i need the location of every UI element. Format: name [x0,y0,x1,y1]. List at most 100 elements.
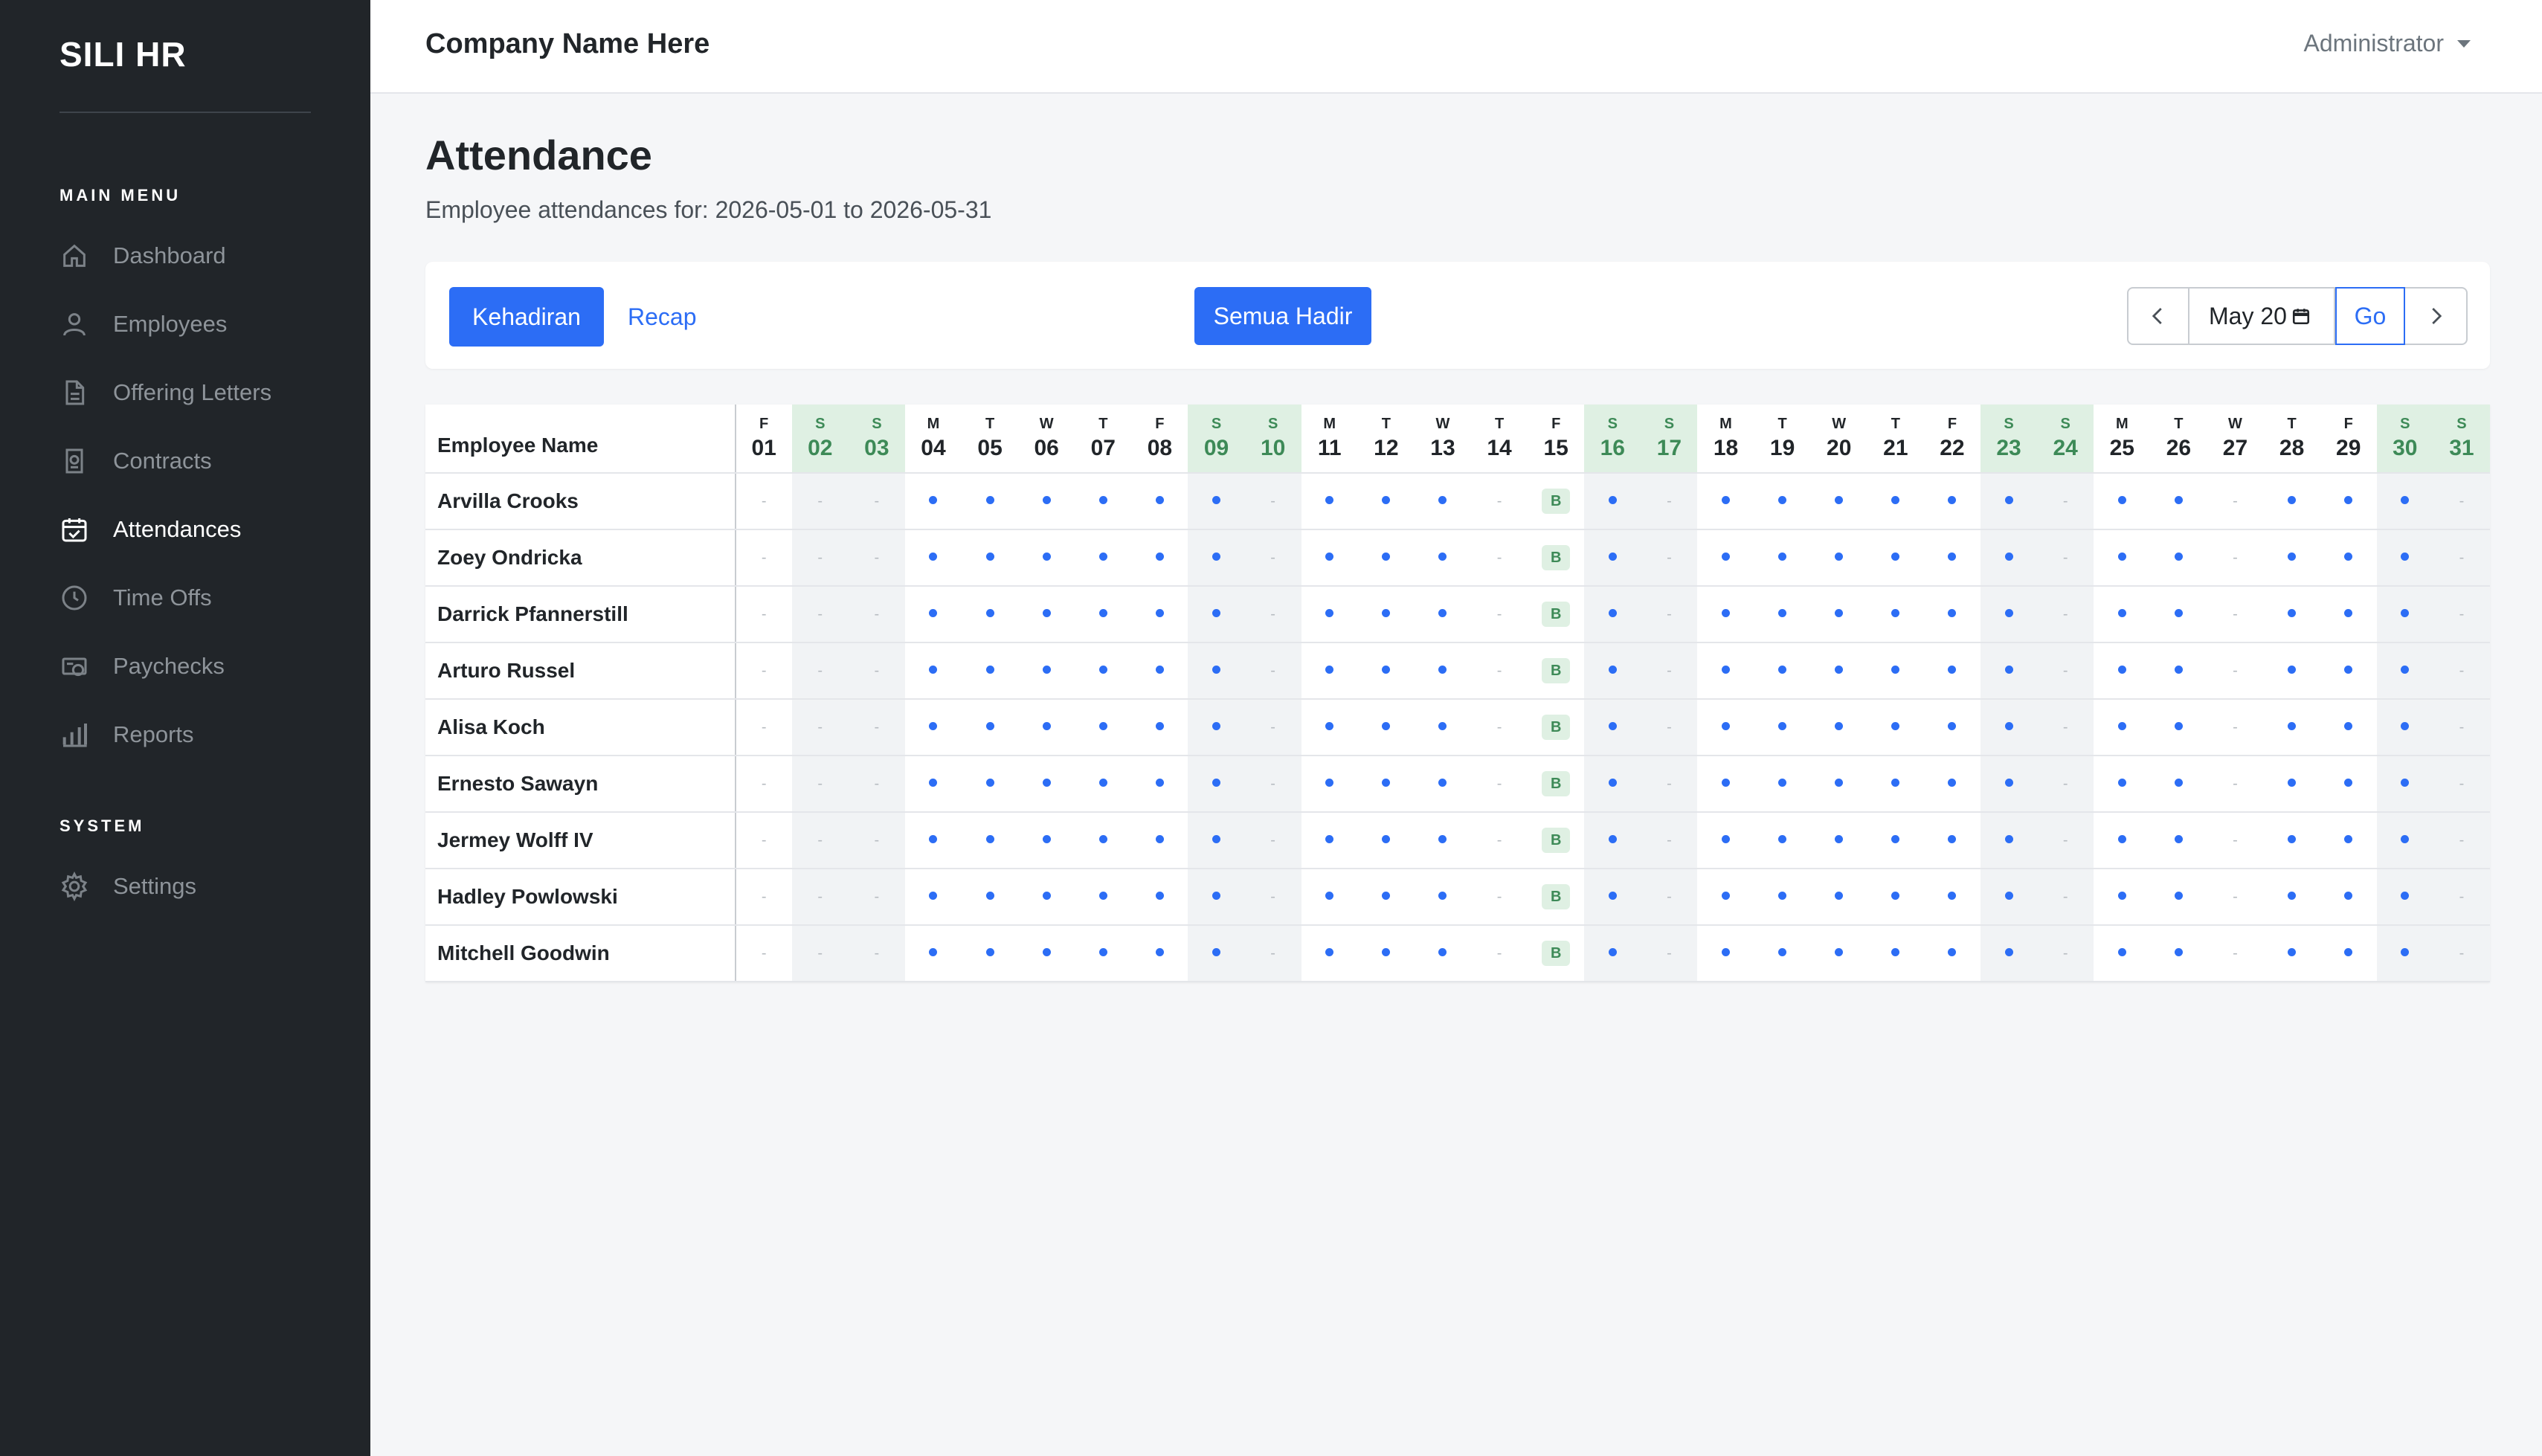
attendance-cell[interactable]: B [1528,699,1585,756]
attendance-cell[interactable] [2094,699,2151,756]
attendance-cell[interactable] [2263,529,2320,587]
attendance-cell[interactable] [1810,642,1867,700]
attendance-cell[interactable]: - [1641,473,1698,530]
attendance-cell[interactable]: - [2037,699,2094,756]
attendance-cell[interactable] [962,869,1019,926]
attendance-cell[interactable] [2376,642,2433,700]
attendance-cell[interactable] [1357,925,1415,982]
attendance-cell[interactable]: - [2433,869,2490,926]
attendance-cell[interactable] [1414,925,1472,982]
attendance-cell[interactable] [1923,699,1980,756]
attendance-cell[interactable] [1980,699,2038,756]
attendance-cell[interactable] [2263,756,2320,813]
attendance-cell[interactable]: - [1244,699,1301,756]
attendance-cell[interactable]: - [2207,586,2264,643]
attendance-cell[interactable] [1357,869,1415,926]
attendance-cell[interactable] [2376,925,2433,982]
attendance-cell[interactable] [904,869,962,926]
attendance-cell[interactable]: - [1641,529,1698,587]
attendance-cell[interactable]: - [1471,925,1528,982]
attendance-cell[interactable] [1357,642,1415,700]
attendance-cell[interactable]: - [2037,869,2094,926]
attendance-cell[interactable] [1357,756,1415,813]
attendance-cell[interactable]: - [848,869,905,926]
go-button[interactable]: Go [2335,287,2405,345]
attendance-cell[interactable] [1075,925,1132,982]
attendance-cell[interactable] [2094,756,2151,813]
attendance-cell[interactable] [1584,756,1641,813]
attendance-cell[interactable] [904,529,962,587]
attendance-cell[interactable] [2150,812,2207,869]
attendance-cell[interactable]: - [2207,473,2264,530]
attendance-cell[interactable] [1188,642,1245,700]
attendance-cell[interactable]: - [848,473,905,530]
attendance-cell[interactable] [1923,529,1980,587]
attendance-cell[interactable] [1018,529,1075,587]
attendance-cell[interactable] [1923,473,1980,530]
attendance-cell[interactable] [1754,473,1811,530]
attendance-cell[interactable] [1584,473,1641,530]
attendance-cell[interactable] [1584,869,1641,926]
attendance-cell[interactable] [1754,642,1811,700]
attendance-cell[interactable] [1357,586,1415,643]
attendance-cell[interactable] [1301,642,1358,700]
attendance-cell[interactable] [1754,812,1811,869]
attendance-cell[interactable] [1414,473,1472,530]
attendance-cell[interactable]: - [2207,925,2264,982]
attendance-cell[interactable]: - [2037,925,2094,982]
attendance-cell[interactable] [1980,473,2038,530]
attendance-cell[interactable] [1357,699,1415,756]
attendance-cell[interactable] [904,925,962,982]
attendance-cell[interactable]: - [1471,473,1528,530]
attendance-cell[interactable] [2263,642,2320,700]
employee-name[interactable]: Zoey Ondricka [425,529,736,587]
employee-name[interactable]: Hadley Powlowski [425,869,736,926]
previous-month-button[interactable] [2127,287,2189,345]
attendance-cell[interactable] [1754,586,1811,643]
attendance-cell[interactable] [1584,699,1641,756]
semua-hadir-button[interactable]: Semua Hadir [1194,287,1371,345]
attendance-cell[interactable]: B [1528,756,1585,813]
attendance-cell[interactable] [962,925,1019,982]
attendance-cell[interactable] [2263,812,2320,869]
attendance-cell[interactable] [1075,529,1132,587]
attendance-cell[interactable] [2094,473,2151,530]
attendance-cell[interactable]: - [1471,869,1528,926]
attendance-cell[interactable] [1810,869,1867,926]
attendance-cell[interactable] [1697,925,1754,982]
attendance-cell[interactable] [1867,586,1924,643]
attendance-cell[interactable]: - [1641,812,1698,869]
attendance-cell[interactable] [1980,642,2038,700]
attendance-cell[interactable] [2263,699,2320,756]
attendance-cell[interactable] [1980,529,2038,587]
attendance-cell[interactable] [2150,586,2207,643]
attendance-cell[interactable] [2320,529,2377,587]
attendance-cell[interactable]: B [1528,812,1585,869]
attendance-cell[interactable] [2150,529,2207,587]
attendance-cell[interactable]: - [1641,925,1698,982]
attendance-cell[interactable] [1980,586,2038,643]
attendance-cell[interactable] [1923,869,1980,926]
attendance-cell[interactable] [1923,586,1980,643]
attendance-cell[interactable] [1301,756,1358,813]
attendance-cell[interactable] [1414,642,1472,700]
attendance-cell[interactable] [1188,586,1245,643]
attendance-cell[interactable]: - [1471,529,1528,587]
attendance-cell[interactable]: - [2207,642,2264,700]
attendance-cell[interactable] [1188,699,1245,756]
attendance-cell[interactable]: B [1528,642,1585,700]
attendance-cell[interactable] [1414,812,1472,869]
attendance-cell[interactable] [1980,756,2038,813]
attendance-cell[interactable] [1810,586,1867,643]
attendance-cell[interactable]: - [848,529,905,587]
attendance-cell[interactable] [2094,869,2151,926]
attendance-cell[interactable]: - [1641,756,1698,813]
attendance-cell[interactable] [2320,756,2377,813]
attendance-cell[interactable]: - [848,586,905,643]
attendance-cell[interactable]: - [1471,586,1528,643]
attendance-cell[interactable] [1301,699,1358,756]
attendance-cell[interactable]: - [791,699,849,756]
sidebar-item-dashboard[interactable]: Dashboard [59,233,342,278]
attendance-cell[interactable] [1018,699,1075,756]
attendance-cell[interactable] [2150,756,2207,813]
